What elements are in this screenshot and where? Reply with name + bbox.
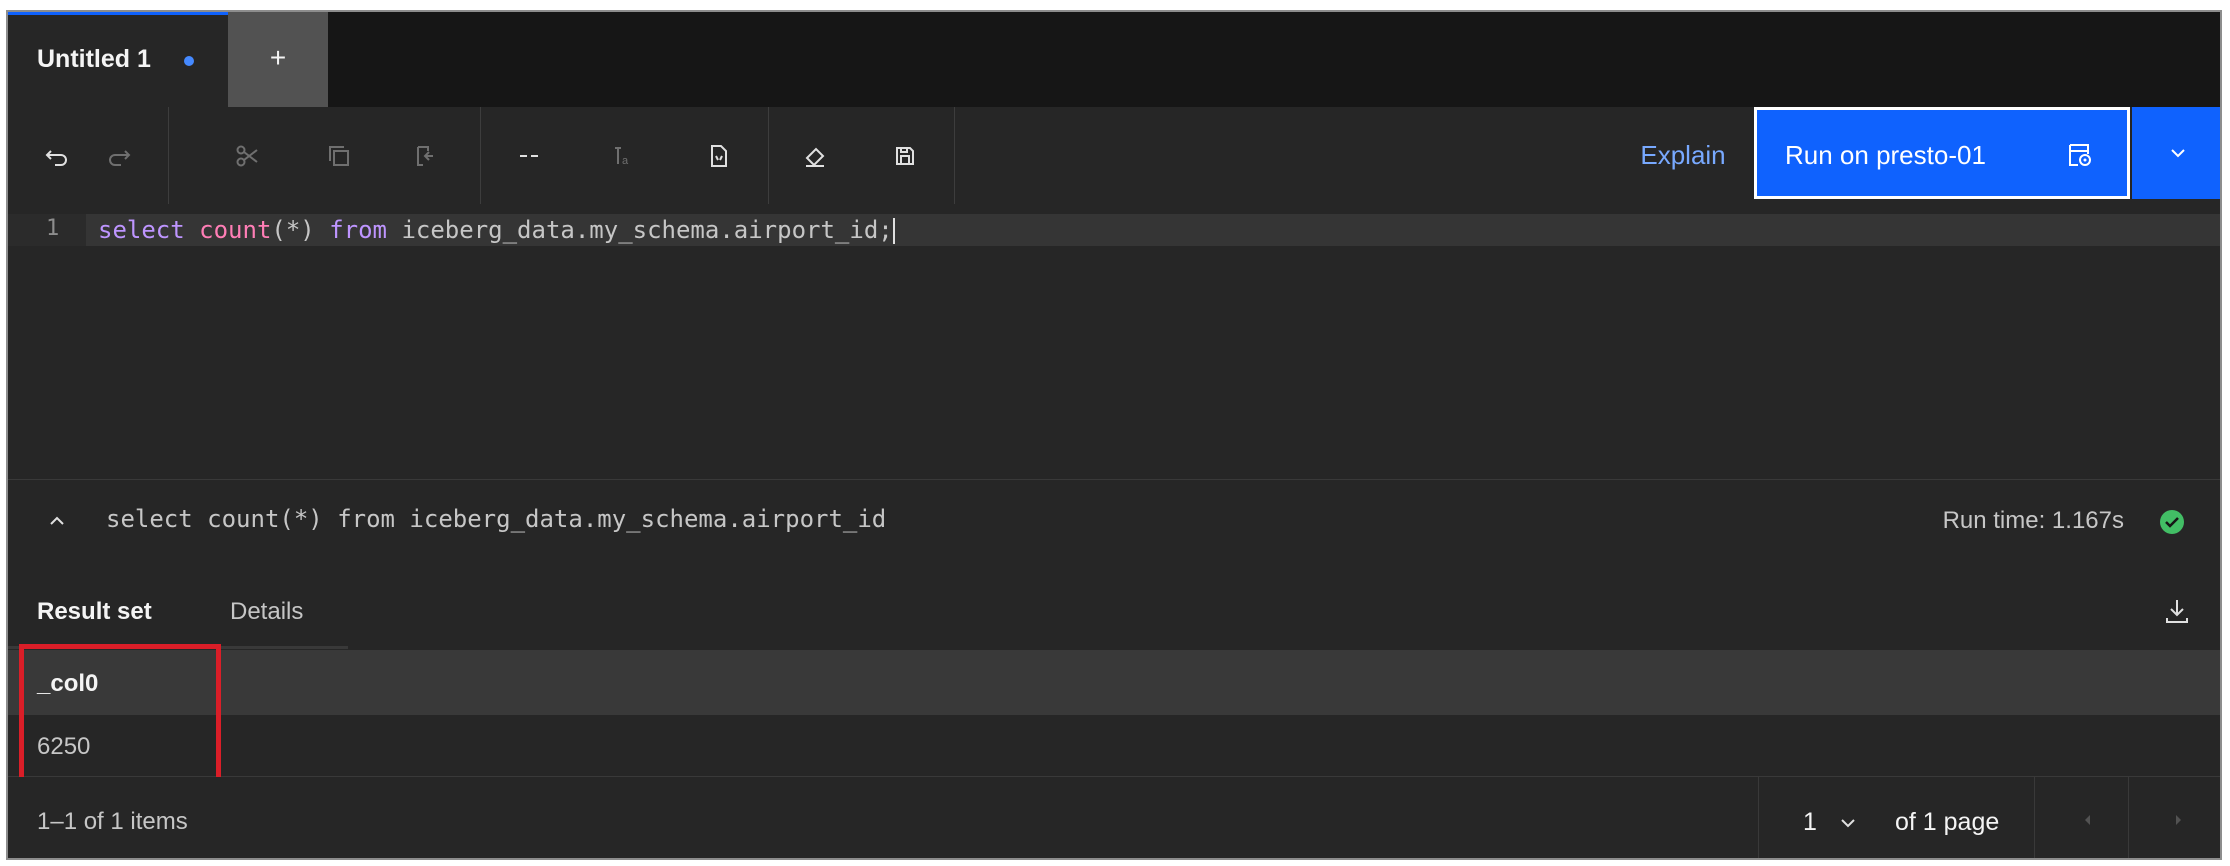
toolbar-separator xyxy=(480,107,481,204)
keyword-select: select xyxy=(98,216,185,244)
template-icon xyxy=(711,144,727,167)
eraser-icon xyxy=(805,147,825,167)
tab-untitled-1[interactable]: Untitled 1 xyxy=(8,12,228,107)
highlight-box xyxy=(19,644,221,783)
clear-button[interactable] xyxy=(784,107,846,204)
items-count: 1–1 of 1 items xyxy=(37,808,188,835)
run-settings-icon xyxy=(2069,144,2091,166)
explain-button[interactable]: Explain xyxy=(1618,107,1748,204)
tab-details[interactable]: Details xyxy=(230,598,303,626)
sql-editor-window: Untitled 1 + a Explain Run on presto-01 … xyxy=(6,10,2222,860)
table-row[interactable]: 6250 xyxy=(8,715,2220,777)
code-line[interactable]: select count(*) from iceberg_data.my_sch… xyxy=(98,216,895,244)
save-icon xyxy=(896,146,914,165)
paste-icon xyxy=(417,145,433,166)
copy-icon xyxy=(329,145,349,166)
format-icon: a xyxy=(615,146,629,167)
table-reference: iceberg_data.my_schema.airport_id; xyxy=(387,216,893,244)
download-icon[interactable] xyxy=(2162,596,2192,626)
sql-editor[interactable]: 1 select count(*) from iceberg_data.my_s… xyxy=(8,204,2220,479)
paste-button[interactable] xyxy=(394,107,456,204)
function-count: count xyxy=(199,216,272,244)
success-check-icon xyxy=(2160,510,2184,534)
keyword-from: from xyxy=(329,216,387,244)
toolbar-separator xyxy=(168,107,169,204)
toolbar-separator xyxy=(954,107,955,204)
redo-button[interactable] xyxy=(88,107,150,204)
count-args: (*) xyxy=(271,216,330,244)
line-number: 1 xyxy=(46,216,60,241)
chevron-up-icon[interactable] xyxy=(46,510,68,532)
pager-separator xyxy=(2128,777,2129,858)
result-query-text: select count(*) from iceberg_data.my_sch… xyxy=(106,505,887,533)
previous-page-icon[interactable] xyxy=(2078,810,2098,830)
cut-icon xyxy=(236,145,258,166)
pagination: 1–1 of 1 items 1 of 1 page xyxy=(8,777,2220,858)
tab-result-set[interactable]: Result set xyxy=(37,598,152,626)
table-header: _col0 xyxy=(8,650,2220,715)
format-button[interactable]: a xyxy=(592,107,654,204)
svg-text:a: a xyxy=(622,155,629,167)
tab-label: Untitled 1 xyxy=(37,45,151,73)
result-tabs: Result set Details xyxy=(8,560,2220,650)
run-time: Run time: 1.167s xyxy=(1942,507,2124,534)
text-cursor xyxy=(892,218,895,244)
template-button[interactable] xyxy=(688,107,750,204)
page-total: of 1 page xyxy=(1895,808,2000,836)
undo-button[interactable] xyxy=(26,107,88,204)
add-tab-button[interactable]: + xyxy=(228,12,328,107)
run-options-button[interactable] xyxy=(2132,107,2220,199)
unsaved-indicator-icon xyxy=(184,56,194,66)
tab-bar: Untitled 1 + xyxy=(8,12,2220,107)
cut-button[interactable] xyxy=(216,107,278,204)
chevron-down-icon[interactable] xyxy=(1838,813,1858,833)
undo-icon xyxy=(45,149,67,166)
result-header: select count(*) from iceberg_data.my_sch… xyxy=(8,480,2220,560)
copy-button[interactable] xyxy=(308,107,370,204)
run-button-label: Run on presto-01 xyxy=(1785,140,1986,170)
run-button[interactable]: Run on presto-01 xyxy=(1754,107,2130,199)
toolbar: a Explain Run on presto-01 xyxy=(8,107,2220,204)
save-button[interactable] xyxy=(874,107,936,204)
comment-button[interactable] xyxy=(498,107,560,204)
chevron-down-icon xyxy=(2171,149,2185,158)
page-select[interactable]: 1 xyxy=(1803,808,1817,837)
pager-separator xyxy=(2034,777,2035,858)
next-page-icon[interactable] xyxy=(2168,810,2188,830)
comment-icon xyxy=(520,154,538,157)
redo-icon xyxy=(109,149,131,166)
toolbar-separator xyxy=(768,107,769,204)
pager-separator xyxy=(1758,777,1759,858)
